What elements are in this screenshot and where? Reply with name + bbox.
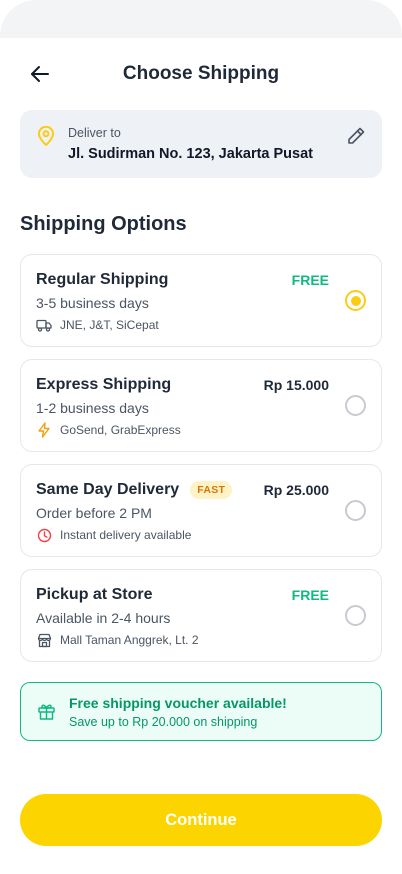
option-radio-selected[interactable] (345, 290, 366, 311)
option-duration: Available in 2-4 hours (36, 610, 171, 626)
option-duration: Order before 2 PM (36, 505, 152, 521)
store-icon (36, 632, 52, 648)
option-meta-text: Instant delivery available (60, 528, 192, 542)
delivery-address: Jl. Sudirman No. 123, Jakarta Pusat (68, 146, 313, 162)
option-name-row: Same Day Delivery FAST (36, 481, 233, 499)
lightning-icon (36, 422, 52, 438)
option-meta-text: GoSend, GrabExpress (60, 423, 181, 437)
shipping-option-pickup[interactable]: Pickup at Store FREE Available in 2-4 ho… (20, 569, 382, 662)
shipping-option-same-day[interactable]: Same Day Delivery FAST Rp 25.000 Order b… (20, 464, 382, 557)
option-price: Rp 25.000 (263, 482, 329, 498)
delivery-address-card[interactable]: Deliver to Jl. Sudirman No. 123, Jakarta… (20, 110, 382, 178)
clock-icon (36, 527, 52, 543)
free-shipping-voucher-banner[interactable]: Free shipping voucher available! Save up… (20, 682, 382, 741)
option-meta-text: JNE, J&T, SiCepat (60, 318, 159, 332)
voucher-title: Free shipping voucher available! (69, 695, 287, 711)
option-duration: 3-5 business days (36, 295, 149, 311)
option-price: FREE (291, 587, 329, 603)
shipping-option-regular[interactable]: Regular Shipping FREE 3-5 business days … (20, 254, 382, 347)
option-name: Pickup at Store (36, 586, 153, 603)
pencil-icon (348, 127, 365, 144)
option-duration: 1-2 business days (36, 400, 149, 416)
option-price: FREE (291, 272, 329, 288)
section-title: Shipping Options (20, 213, 187, 235)
option-meta: GoSend, GrabExpress (36, 422, 181, 438)
option-radio[interactable] (345, 500, 366, 521)
option-meta: Mall Taman Anggrek, Lt. 2 (36, 632, 199, 648)
option-name: Express Shipping (36, 376, 172, 393)
page-title: Choose Shipping (122, 63, 280, 84)
continue-button[interactable]: Continue (20, 794, 382, 846)
header: Choose Shipping (0, 38, 402, 110)
location-pin-icon (37, 125, 55, 151)
gift-icon (37, 702, 56, 726)
top-sheet-handle-area (0, 0, 402, 38)
option-radio[interactable] (345, 395, 366, 416)
deliver-to-label: Deliver to (68, 126, 121, 140)
option-radio[interactable] (345, 605, 366, 626)
shipping-option-express[interactable]: Express Shipping Rp 15.000 1-2 business … (20, 359, 382, 452)
fast-badge: FAST (190, 481, 233, 499)
truck-icon (36, 317, 52, 333)
option-price: Rp 15.000 (263, 377, 329, 393)
option-meta: JNE, J&T, SiCepat (36, 317, 159, 333)
option-meta-text: Mall Taman Anggrek, Lt. 2 (60, 633, 199, 647)
voucher-subtitle: Save up to Rp 20.000 on shipping (69, 715, 258, 729)
option-name: Regular Shipping (36, 271, 169, 288)
option-meta: Instant delivery available (36, 527, 191, 543)
edit-address-button[interactable] (346, 126, 366, 151)
option-name: Same Day Delivery (36, 481, 180, 498)
